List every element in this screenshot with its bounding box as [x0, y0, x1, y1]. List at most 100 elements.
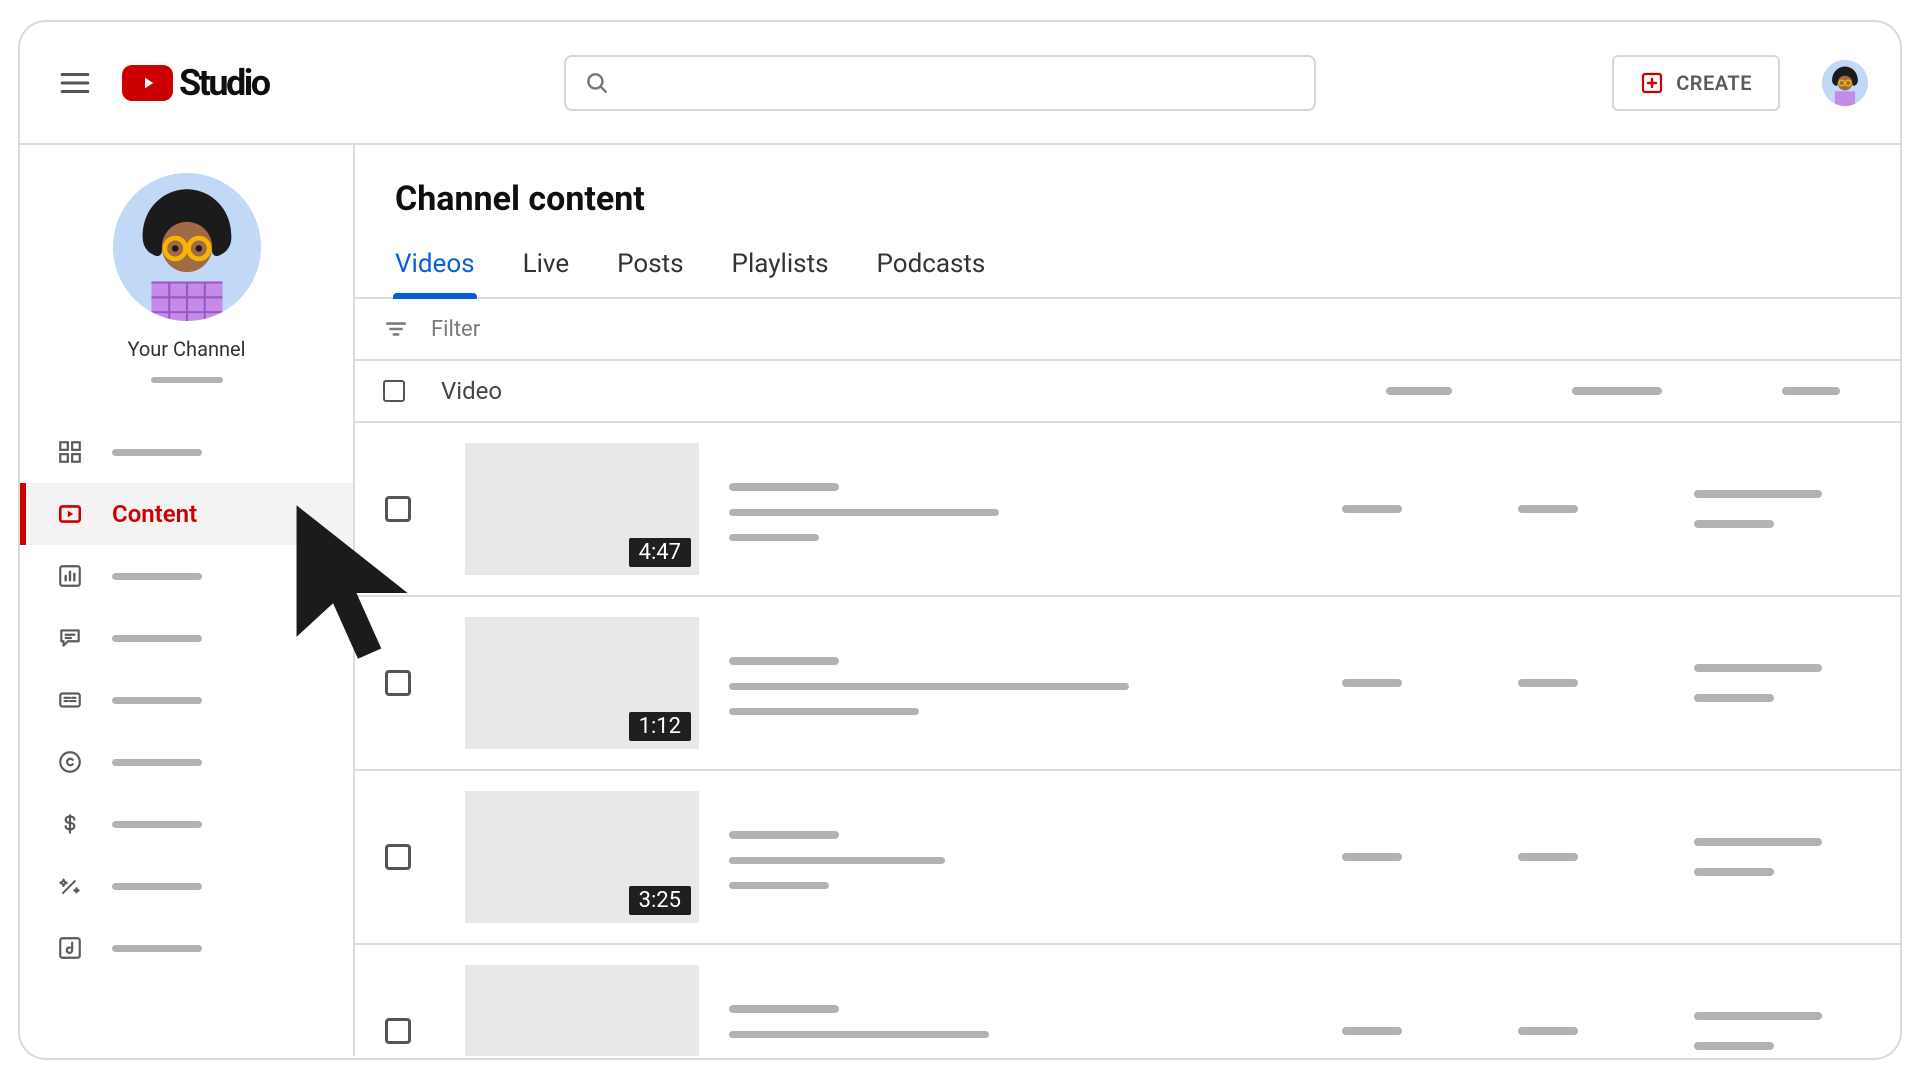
- cell-placeholder: [1342, 505, 1402, 513]
- search-field[interactable]: [564, 55, 1316, 111]
- video-row[interactable]: 1:12: [355, 597, 1900, 771]
- video-meta: [729, 831, 1249, 889]
- menu-icon: [58, 66, 92, 100]
- channel-avatar[interactable]: [113, 173, 261, 321]
- desc-placeholder: [729, 509, 999, 516]
- sidebar-item-subtitles[interactable]: [20, 669, 353, 731]
- sidebar-item-earn[interactable]: [20, 793, 353, 855]
- create-label: CREATE: [1676, 71, 1752, 95]
- title-placeholder: [729, 1005, 839, 1013]
- logo-text: Studio: [179, 62, 269, 104]
- column-placeholder: [1386, 387, 1452, 395]
- sidebar: Your Channel Content: [20, 145, 355, 1056]
- account-avatar[interactable]: [1822, 60, 1868, 106]
- table-header: Video: [355, 361, 1900, 423]
- sidebar-item-copyright[interactable]: [20, 731, 353, 793]
- hamburger-menu[interactable]: [52, 60, 98, 106]
- channel-block: Your Channel: [20, 173, 353, 399]
- row-checkbox[interactable]: [385, 496, 411, 522]
- video-row[interactable]: 5:47: [355, 945, 1900, 1056]
- tab-podcasts[interactable]: Podcasts: [877, 241, 986, 297]
- create-button[interactable]: CREATE: [1612, 55, 1780, 111]
- video-meta: [729, 483, 1249, 541]
- search-input[interactable]: [624, 70, 1296, 95]
- dollar-icon: [56, 811, 84, 837]
- column-placeholder: [1782, 387, 1840, 395]
- cell-placeholder: [1694, 490, 1822, 498]
- nav-label-placeholder: [112, 821, 202, 828]
- nav-label-placeholder: [112, 697, 202, 704]
- channel-name: Your Channel: [127, 337, 245, 361]
- header-bar: Studio CREATE: [20, 22, 1900, 145]
- sidebar-item-analytics[interactable]: [20, 545, 353, 607]
- video-thumbnail[interactable]: 5:47: [465, 965, 699, 1056]
- avatar-illustration: [1822, 60, 1868, 106]
- content-icon: [56, 501, 84, 527]
- cell-placeholder: [1342, 853, 1402, 861]
- page-title: Channel content: [355, 145, 1900, 241]
- tab-live[interactable]: Live: [523, 241, 570, 297]
- youtube-play-icon: [122, 65, 173, 101]
- select-all-checkbox[interactable]: [383, 380, 405, 402]
- nav-label-placeholder: [112, 759, 202, 766]
- video-duration: 3:25: [629, 886, 691, 915]
- nav-label-placeholder: [112, 635, 202, 642]
- desc-placeholder: [729, 534, 819, 541]
- cell-placeholder: [1694, 1012, 1822, 1020]
- video-duration: 1:12: [629, 712, 691, 741]
- nav-label: Content: [112, 500, 197, 528]
- cell-placeholder: [1694, 664, 1822, 672]
- column-placeholder: [1572, 387, 1662, 395]
- cell-placeholder: [1694, 520, 1774, 528]
- cell-placeholder: [1694, 838, 1822, 846]
- cell-placeholder: [1342, 679, 1402, 687]
- video-meta: [729, 657, 1249, 715]
- magic-wand-icon: [56, 873, 84, 899]
- sidebar-item-dashboard[interactable]: [20, 421, 353, 483]
- copyright-icon: [56, 749, 84, 775]
- video-duration: 4:47: [629, 538, 691, 567]
- cell-placeholder: [1694, 868, 1774, 876]
- video-thumbnail[interactable]: 4:47: [465, 443, 699, 575]
- title-placeholder: [729, 657, 839, 665]
- row-checkbox[interactable]: [385, 844, 411, 870]
- cell-placeholder: [1518, 679, 1578, 687]
- video-list: 4:47: [355, 423, 1900, 1056]
- filter-bar[interactable]: Filter: [355, 299, 1900, 361]
- comments-icon: [56, 625, 84, 651]
- filter-label: Filter: [431, 317, 480, 342]
- tab-posts[interactable]: Posts: [617, 241, 683, 297]
- sidebar-item-content[interactable]: Content: [20, 483, 353, 545]
- column-video: Video: [441, 377, 502, 405]
- tab-videos[interactable]: Videos: [395, 241, 475, 297]
- app-window: Studio CREATE: [18, 20, 1902, 1060]
- video-row[interactable]: 3:25: [355, 771, 1900, 945]
- sidebar-item-customization[interactable]: [20, 855, 353, 917]
- cell-placeholder: [1694, 1042, 1774, 1050]
- title-placeholder: [729, 831, 839, 839]
- nav-label-placeholder: [112, 945, 202, 952]
- video-thumbnail[interactable]: 3:25: [465, 791, 699, 923]
- desc-placeholder: [729, 708, 919, 715]
- title-placeholder: [729, 483, 839, 491]
- filter-icon: [383, 316, 409, 342]
- desc-placeholder: [729, 1031, 989, 1038]
- tab-playlists[interactable]: Playlists: [732, 241, 829, 297]
- video-meta: [729, 1005, 1249, 1056]
- tabs: Videos Live Posts Playlists Podcasts: [355, 241, 1900, 299]
- nav-label-placeholder: [112, 573, 202, 580]
- cell-placeholder: [1518, 853, 1578, 861]
- logo[interactable]: Studio: [122, 62, 269, 104]
- create-plus-icon: [1640, 71, 1664, 95]
- analytics-icon: [56, 563, 84, 589]
- dashboard-icon: [56, 439, 84, 465]
- desc-placeholder: [729, 882, 829, 889]
- row-checkbox[interactable]: [385, 670, 411, 696]
- sidebar-nav: Content: [20, 421, 353, 979]
- video-row[interactable]: 4:47: [355, 423, 1900, 597]
- subtitles-icon: [56, 687, 84, 713]
- sidebar-item-audio-library[interactable]: [20, 917, 353, 979]
- sidebar-item-comments[interactable]: [20, 607, 353, 669]
- video-thumbnail[interactable]: 1:12: [465, 617, 699, 749]
- row-checkbox[interactable]: [385, 1018, 411, 1044]
